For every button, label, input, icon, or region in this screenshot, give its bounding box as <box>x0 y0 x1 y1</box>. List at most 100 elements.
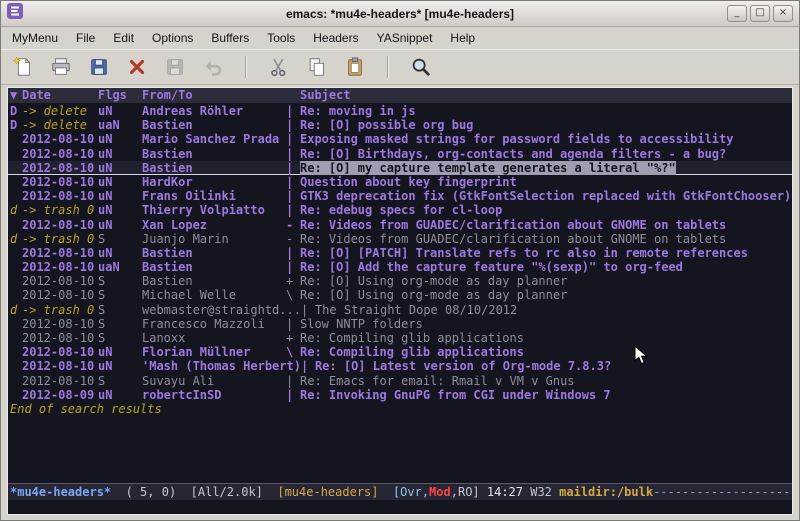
msg-thread-separator: | <box>286 147 300 161</box>
title-bar[interactable]: emacs: *mu4e-headers* [mu4e-headers] _ □… <box>1 1 799 27</box>
msg-mark <box>10 246 22 260</box>
save-as-button[interactable] <box>161 53 189 81</box>
msg-date: 2012-08-09 <box>22 388 98 402</box>
message-row[interactable]: 2012-08-10SMichael Welle\Re: [O] Using o… <box>8 288 792 302</box>
message-row[interactable]: 2012-08-10uNBastien|Re: [O] [PATCH] Tran… <box>8 246 792 260</box>
message-row[interactable]: D-> deleteuaNBastien|Re: [O] possible or… <box>8 118 792 132</box>
save-button[interactable] <box>85 53 113 81</box>
msg-flags: uN <box>98 388 142 402</box>
minimize-button[interactable]: _ <box>727 5 747 22</box>
msg-subject: Re: [O] [PATCH] Translate refs to rc als… <box>300 246 792 260</box>
emacs-window: emacs: *mu4e-headers* [mu4e-headers] _ □… <box>0 0 800 521</box>
cut-button[interactable] <box>265 53 293 81</box>
msg-from: Bastien <box>142 161 286 175</box>
menu-item-headers[interactable]: Headers <box>304 28 367 48</box>
msg-date: 2012-08-10 <box>22 246 98 260</box>
echo-area <box>8 500 792 514</box>
message-row[interactable]: 2012-08-10uaNBastien|Re: [O] Add the cap… <box>8 260 792 274</box>
msg-subject: Re: Invoking GnuPG from CGI under Window… <box>300 388 792 402</box>
msg-mark <box>10 388 22 402</box>
msg-thread-separator: | <box>286 260 300 274</box>
column-header-date[interactable]: Date <box>22 88 98 102</box>
msg-flags: uN <box>98 147 142 161</box>
msg-flags: S <box>98 232 142 246</box>
msg-thread-separator: | <box>286 132 300 146</box>
modeline-size: [All/2.0k] <box>191 485 278 499</box>
new-file-button[interactable] <box>9 53 37 81</box>
msg-subject: Re: [O] Birthdays, org-contacts and agen… <box>300 147 792 161</box>
menu-item-help[interactable]: Help <box>441 28 484 48</box>
msg-flags: uN <box>98 175 142 189</box>
msg-from: Bastien <box>142 260 286 274</box>
msg-thread-separator: \ <box>286 345 300 359</box>
message-row[interactable]: 2012-08-10uNFlorian Müllner\Re: Compilin… <box>8 345 792 359</box>
message-row[interactable]: 2012-08-10uNMario Sanchez Prada|Exposing… <box>8 132 792 146</box>
column-header-subject[interactable]: Subject <box>300 88 792 102</box>
message-row[interactable]: d-> trash 0SJuanjo Marin-Re: Videos from… <box>8 232 792 246</box>
close-button[interactable]: × <box>773 5 793 22</box>
menu-item-tools[interactable]: Tools <box>258 28 304 48</box>
msg-flags: uN <box>98 359 142 373</box>
msg-from: Francesco Mazzoli <box>142 317 286 331</box>
message-row[interactable]: 2012-08-10SSuvayu Ali|Re: Emacs for emai… <box>8 374 792 388</box>
column-header-from[interactable]: From/To <box>142 88 286 102</box>
message-row[interactable]: 2012-08-09uNrobertcInSD|Re: Invoking Gnu… <box>8 388 792 402</box>
menu-item-yasnippet[interactable]: YASnippet <box>368 28 442 48</box>
kill-buffer-button[interactable] <box>123 53 151 81</box>
menu-item-buffers[interactable]: Buffers <box>202 28 258 48</box>
modeline-readonly-flag: ,RO] <box>451 485 480 499</box>
message-row[interactable]: 2012-08-10uNFrans Oilinki|GTK3 deprecati… <box>8 189 792 203</box>
message-row[interactable]: 2012-08-10uNBastien|Re: [O] Birthdays, o… <box>8 147 792 161</box>
search-button[interactable] <box>407 53 435 81</box>
message-row[interactable]: d-> trash 0uNThierry Volpiatto|Re: edebu… <box>8 203 792 217</box>
undo-button[interactable] <box>199 53 227 81</box>
msg-from: Mario Sanchez Prada <box>142 132 286 146</box>
msg-subject: Slow NNTP folders <box>300 317 792 331</box>
msg-subject: Re: [O] Using org-mode as day planner <box>300 274 792 288</box>
message-row[interactable]: 2012-08-10SBastien+Re: [O] Using org-mod… <box>8 274 792 288</box>
column-header-line: ▼ Date Flgs From/To Subject <box>8 88 792 103</box>
message-row[interactable]: 2012-08-10uNHardKor|Question about key f… <box>8 175 792 189</box>
menu-item-options[interactable]: Options <box>143 28 202 48</box>
msg-subject: Re: moving in js <box>300 104 792 118</box>
menu-item-mymenu[interactable]: MyMenu <box>3 28 67 48</box>
msg-from: Juanjo Marin <box>142 232 286 246</box>
message-row[interactable]: 2012-08-10uNBastien|Re: [O] my capture t… <box>8 161 792 175</box>
message-row[interactable]: D-> deleteuNAndreas Röhler|Re: moving in… <box>8 104 792 118</box>
msg-date: 2012-08-10 <box>22 345 98 359</box>
message-row[interactable]: 2012-08-10SLanoxx+Re: Compiling glib app… <box>8 331 792 345</box>
msg-from: Andreas Röhler <box>142 104 286 118</box>
print-button[interactable] <box>47 53 75 81</box>
msg-thread-separator: - <box>286 218 300 232</box>
message-row[interactable]: 2012-08-10uN'Mash (Thomas Herbert)|Re: [… <box>8 359 792 373</box>
msg-thread-separator: | <box>286 246 300 260</box>
msg-flags: S <box>98 331 142 345</box>
maximize-button[interactable]: □ <box>750 5 770 22</box>
paste-button[interactable] <box>341 53 369 81</box>
clipboard-paste-icon <box>344 56 366 78</box>
copy-button[interactable] <box>303 53 331 81</box>
toolbar-separator <box>387 56 389 78</box>
message-row[interactable]: 2012-08-10SFrancesco Mazzoli|Slow NNTP f… <box>8 317 792 331</box>
column-header-flags[interactable]: Flgs <box>98 88 142 102</box>
msg-mark: D <box>10 104 22 118</box>
msg-subject: Re: [O] Using org-mode as day planner <box>300 288 792 302</box>
msg-flags: uN <box>98 132 142 146</box>
msg-thread-separator: + <box>286 331 300 345</box>
menu-item-edit[interactable]: Edit <box>104 28 143 48</box>
msg-flags: uaN <box>98 118 142 132</box>
msg-mark: D <box>10 118 22 132</box>
msg-flags: S <box>98 274 142 288</box>
msg-subject: Re: Videos from GUADEC/clarification abo… <box>300 232 792 246</box>
modeline-maildir: maildir:/bulk <box>559 485 653 499</box>
msg-subject: Question about key fingerprint <box>300 175 792 189</box>
modeline-modified-flag: Mod <box>429 485 451 499</box>
msg-from: Frans Oilinki <box>142 189 286 203</box>
msg-thread-separator: | <box>301 303 315 317</box>
menu-item-file[interactable]: File <box>67 28 104 48</box>
message-row[interactable]: 2012-08-10uNXan Lopez-Re: Videos from GU… <box>8 218 792 232</box>
msg-thread-separator: | <box>286 189 300 203</box>
msg-date: 2012-08-10 <box>22 218 98 232</box>
message-row[interactable]: d-> trash 0Swebmaster@straightd...|The S… <box>8 303 792 317</box>
msg-date: 2012-08-10 <box>22 288 98 302</box>
